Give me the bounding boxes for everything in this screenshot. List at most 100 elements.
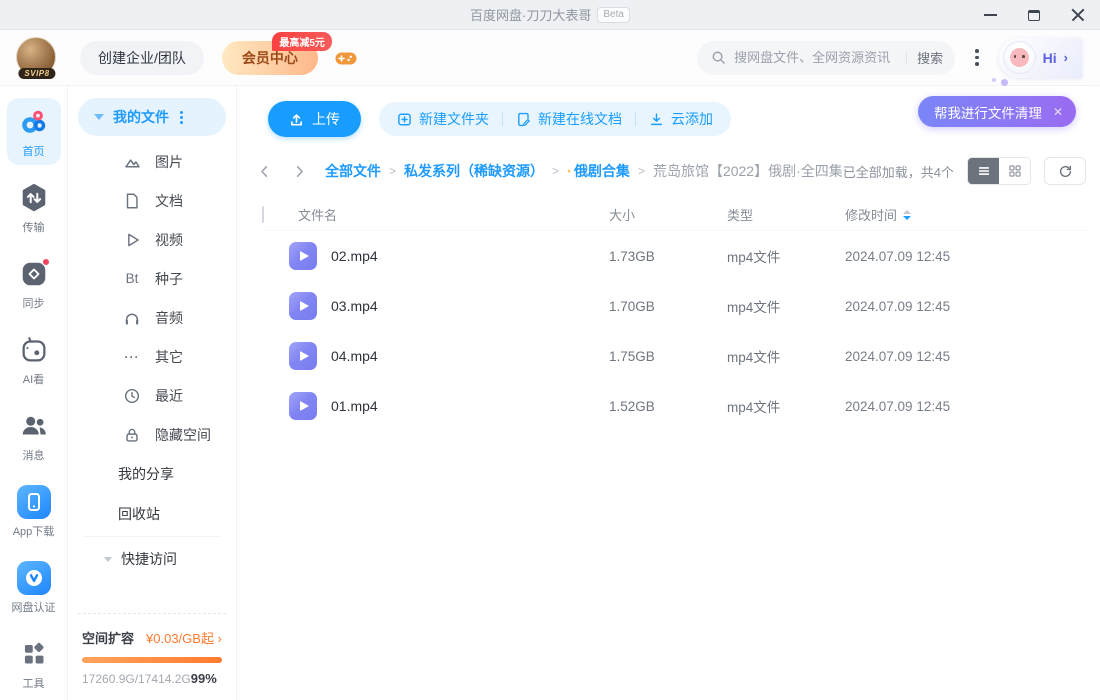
forward-button[interactable] [292,164,307,179]
tree-label: 音频 [155,308,183,328]
breadcrumb-item-collection[interactable]: 俄剧合集 [574,161,630,181]
my-files-menu-icon[interactable] [180,111,183,124]
new-folder-button[interactable]: 新建文件夹 [397,109,489,129]
tree-label: 最近 [155,386,183,406]
search-submit[interactable]: 搜索 [917,48,943,67]
sidebar-item-quick-access[interactable]: 快捷访问 [78,539,226,579]
sidebar-item-my-files[interactable]: 我的文件 [78,98,226,136]
sidebar-item-recycle-bin[interactable]: 回收站 [78,494,226,534]
storage-expand-link[interactable]: 空间扩容 ¥0.03/GB起 › [82,628,222,647]
sidebar-item-torrents[interactable]: Bt 种子 [78,259,226,298]
table-row[interactable]: 04.mp4 1.75GB mp4文件 2024.07.09 12:45 [262,331,1090,381]
maximize-button[interactable] [1026,7,1042,23]
image-icon [122,152,142,171]
create-team-button[interactable]: 创建企业/团队 [80,41,204,75]
breadcrumb-item-series[interactable]: 私发系列（稀缺资源） [404,161,544,181]
game-center-button[interactable] [334,46,358,70]
app-body: 首页 传输 同步 [0,86,1100,700]
close-button[interactable] [1070,7,1086,23]
table-row[interactable]: 03.mp4 1.70GB mp4文件 2024.07.09 12:45 [262,281,1090,331]
sidebar-item-my-share[interactable]: 我的分享 [78,454,226,494]
cloud-add-button[interactable]: 云添加 [649,109,713,129]
storage-usage: 17260.9G/17414.2G99% [82,671,222,686]
sidebar-item-hidden-space[interactable]: 隐藏空间 [78,415,226,454]
column-header-modified[interactable]: 修改时间 [845,205,1090,224]
file-clean-tip-label: 帮我进行文件清理 [934,102,1042,122]
assistant-button[interactable]: Hi › [999,38,1082,78]
rail-item-transfer[interactable]: 传输 [7,174,61,241]
sidebar-item-others[interactable]: ··· 其它 [78,337,226,376]
refresh-button[interactable] [1044,157,1086,185]
tree-label: 种子 [155,269,183,289]
file-size: 1.73GB [609,249,727,264]
verify-icon [17,561,51,595]
tree-label: 文档 [155,191,183,211]
chevron-expand-icon [94,114,104,120]
storage-panel: 空间扩容 ¥0.03/GB起 › 17260.9G/17414.2G99% [78,613,226,686]
beta-badge: Beta [597,7,630,23]
search-box[interactable]: 搜索 [697,41,955,75]
rail-item-messages[interactable]: 消息 [7,402,61,469]
messages-icon [17,409,51,443]
select-all-checkbox[interactable] [262,206,264,223]
breadcrumb-item-current: 荒岛旅馆【2022】俄剧·全四集 [653,161,843,181]
list-view-button[interactable] [968,158,999,184]
storage-usage-text: 17260.9G/17414.2G [82,672,191,686]
storage-price: ¥0.03/GB起 › [146,628,222,647]
table-row[interactable]: 02.mp4 1.73GB mp4文件 2024.07.09 12:45 [262,231,1090,281]
file-name[interactable]: 01.mp4 [331,398,378,414]
grid-view-icon [1008,164,1022,178]
sidebar-item-documents[interactable]: 文档 [78,181,226,220]
back-button[interactable] [257,164,272,179]
upload-button[interactable]: 上传 [268,101,361,137]
user-avatar[interactable]: SVIP8 [16,37,58,79]
sort-icon[interactable] [903,210,911,220]
rail-item-home[interactable]: 首页 [7,98,61,165]
storage-percent: 99% [191,671,217,686]
sidebar-item-audio[interactable]: 音频 [78,298,226,337]
file-table: 文件名 大小 类型 修改时间 02.mp4 1.73GB mp4文件 2024.… [237,185,1100,431]
new-folder-icon [397,112,412,127]
file-name[interactable]: 02.mp4 [331,248,378,264]
minimize-icon [984,14,997,16]
header: SVIP8 创建企业/团队 会员中心 最高减5元 搜索 Hi › [0,30,1100,86]
column-header-type[interactable]: 类型 [727,205,845,224]
assistant-dot-decoration [1001,79,1008,86]
sidebar-item-images[interactable]: 图片 [78,142,226,181]
chevron-expand-icon [104,557,112,562]
breadcrumb-row: 全部文件 > 私发系列（稀缺资源） > 俄剧合集 > 荒岛旅馆【2022】俄剧·… [237,137,1100,185]
assistant-greeting: Hi [1043,50,1057,66]
list-view-icon [977,164,991,178]
table-header: 文件名 大小 类型 修改时间 [262,199,1090,231]
rail-item-tools[interactable]: 工具 [7,630,61,697]
file-name[interactable]: 03.mp4 [331,298,378,314]
file-size: 1.75GB [609,349,727,364]
grid-view-button[interactable] [999,158,1030,184]
toolbar-divider [635,112,636,126]
minimize-button[interactable] [982,7,998,23]
window-title: 百度网盘·刀刀大表哥 [470,5,591,24]
column-header-size[interactable]: 大小 [609,205,727,224]
transfer-icon [17,181,51,215]
app-download-icon [17,485,51,519]
more-menu-button[interactable] [971,45,983,70]
rail-item-verify[interactable]: 网盘认证 [7,554,61,621]
breadcrumb-item-all-files[interactable]: 全部文件 [325,161,381,181]
search-input[interactable] [734,50,896,65]
file-clean-tip-button[interactable]: 帮我进行文件清理 ✕ [918,96,1076,127]
sidebar-item-videos[interactable]: 视频 [78,220,226,259]
column-header-name[interactable]: 文件名 [298,205,609,224]
file-size: 1.52GB [609,399,727,414]
rail-item-app-download[interactable]: App下载 [7,478,61,545]
toolbar-divider [502,112,503,126]
rail-item-ai-view[interactable]: AI看 [7,326,61,393]
breadcrumb-separator: > [389,164,396,178]
sidebar-item-recent[interactable]: 最近 [78,376,226,415]
table-row[interactable]: 01.mp4 1.52GB mp4文件 2024.07.09 12:45 [262,381,1090,431]
vip-center-button[interactable]: 会员中心 最高减5元 [222,41,318,75]
rail-item-sync[interactable]: 同步 [7,250,61,317]
file-name[interactable]: 04.mp4 [331,348,378,364]
new-online-doc-button[interactable]: 新建在线文档 [516,109,622,129]
rail-label: AI看 [23,371,44,387]
close-icon[interactable]: ✕ [1053,105,1063,119]
